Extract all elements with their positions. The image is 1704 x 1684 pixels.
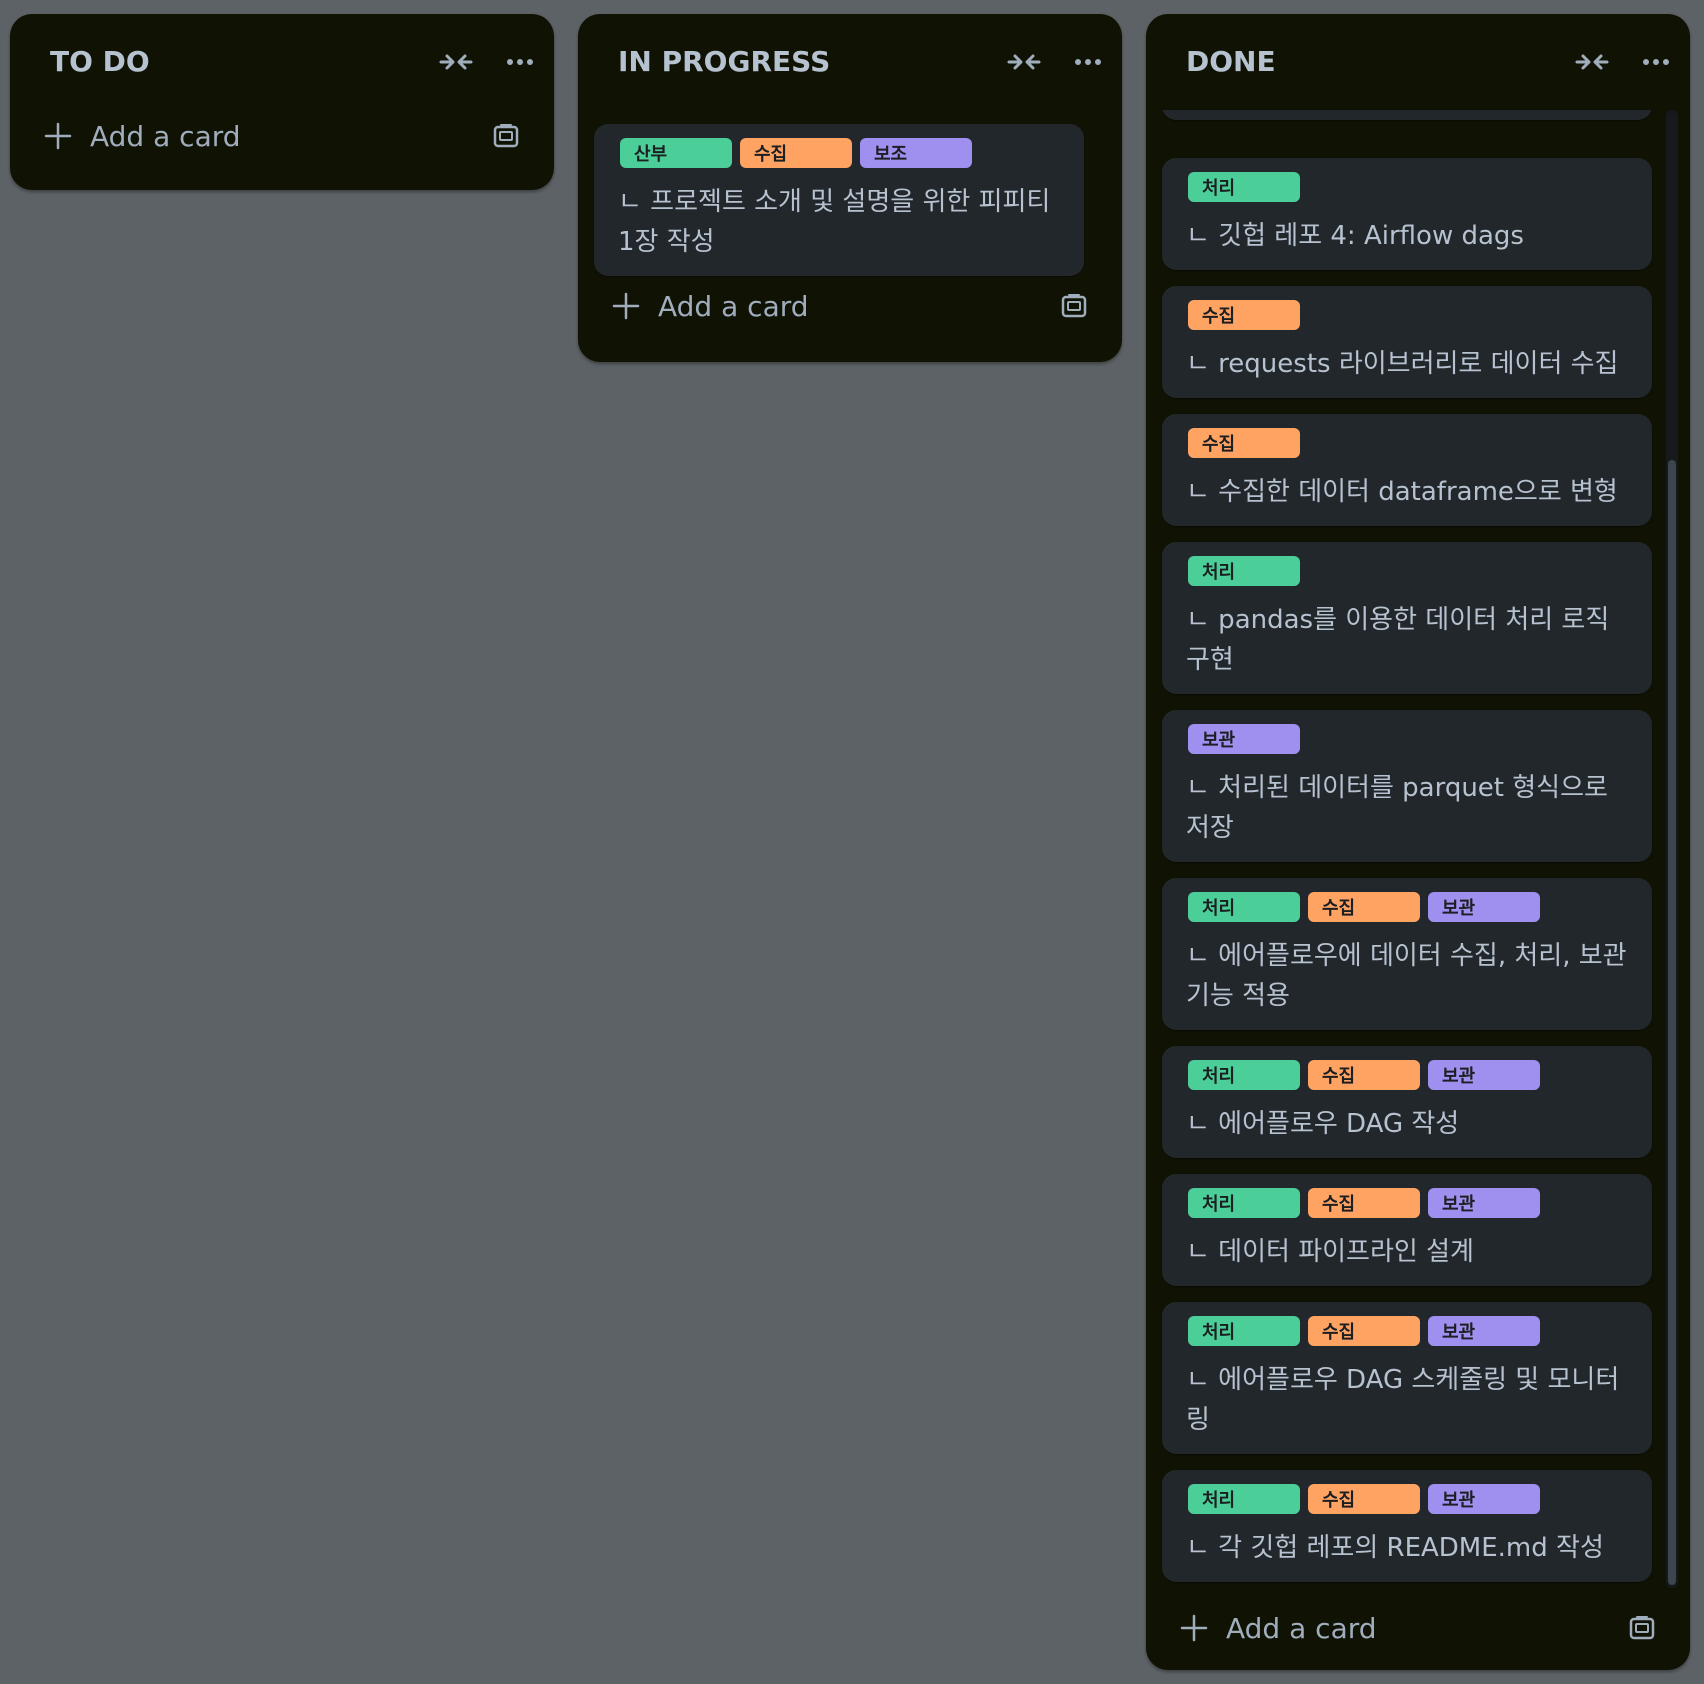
card-label[interactable]: 처리 (1188, 1484, 1300, 1514)
card-label[interactable]: 수집 (1308, 1060, 1420, 1090)
card-label[interactable]: 처리 (1188, 1060, 1300, 1090)
more-icon[interactable] (500, 42, 540, 82)
card-label[interactable]: 보관 (1428, 1188, 1540, 1218)
card-title: ㄴ 프로젝트 소개 및 설명을 위한 피피티 1장 작성 (618, 187, 1051, 257)
card-label[interactable]: 산부 (620, 138, 732, 168)
card-label[interactable]: 수집 (1308, 1188, 1420, 1218)
card-label[interactable]: 처리 (1188, 892, 1300, 922)
list-title[interactable]: DONE (1186, 14, 1276, 110)
template-icon[interactable] (1628, 1614, 1656, 1642)
more-icon[interactable] (1636, 42, 1676, 82)
card[interactable]: 처리 수집 보관 ㄴ 데이터 파이프라인 설계 (1162, 1174, 1652, 1286)
list-header[interactable]: IN PROGRESS (578, 14, 1122, 110)
collapse-icon[interactable] (1572, 42, 1612, 82)
list-title[interactable]: IN PROGRESS (618, 14, 830, 110)
card-label[interactable]: 수집 (1308, 1316, 1420, 1346)
card-title: ㄴ requests 라이브러리로 데이터 수집 (1186, 349, 1619, 379)
add-card-button[interactable]: Add a card (1146, 1588, 1690, 1684)
card-labels: 보관 (1188, 724, 1300, 754)
card[interactable]: 처리 ㄴ pandas를 이용한 데이터 처리 로직 구현 (1162, 542, 1652, 694)
card[interactable]: 산부 수집 보조 ㄴ 프로젝트 소개 및 설명을 위한 피피티 1장 작성 (594, 124, 1084, 276)
card-labels: 처리 (1188, 556, 1300, 586)
card-label[interactable]: 처리 (1188, 1188, 1300, 1218)
card-labels: 처리 수집 보관 (1188, 1316, 1540, 1346)
scrollbar-thumb[interactable] (1668, 460, 1676, 1585)
card[interactable]: 수집 ㄴ 수집한 데이터 dataframe으로 변형 (1162, 414, 1652, 526)
card-label[interactable]: 보조 (860, 138, 972, 168)
card[interactable]: 수집 ㄴ requests 라이브러리로 데이터 수집 (1162, 286, 1652, 398)
card-list: 산부 수집 보조 ㄴ 프로젝트 소개 및 설명을 위한 피피티 1장 작성 (578, 110, 1122, 276)
add-card-label: Add a card (90, 120, 241, 153)
card-title: ㄴ 깃헙 레포 4: Airflow dags (1186, 221, 1524, 251)
plus-icon (1180, 1614, 1208, 1642)
card-title: ㄴ 에어플로우 DAG 작성 (1186, 1109, 1460, 1139)
card-label[interactable]: 수집 (740, 138, 852, 168)
card[interactable]: 처리 수집 보관 ㄴ 에어플로우 DAG 스케줄링 및 모니터링 (1162, 1302, 1652, 1454)
card[interactable]: 처리 수집 보관 ㄴ 에어플로우 DAG 작성 (1162, 1046, 1652, 1158)
card-label[interactable]: 보관 (1428, 892, 1540, 922)
card-labels: 처리 수집 보관 (1188, 1188, 1540, 1218)
card[interactable]: 처리 수집 보관 ㄴ 에어플로우에 데이터 수집, 처리, 보관 기능 적용 (1162, 878, 1652, 1030)
list-todo: TO DO Add a card (10, 14, 554, 190)
card-label[interactable]: 수집 (1308, 892, 1420, 922)
card-partial[interactable] (1162, 110, 1652, 120)
list-header[interactable]: DONE (1146, 14, 1690, 110)
card-title: ㄴ 수집한 데이터 dataframe으로 변형 (1186, 477, 1618, 507)
card-labels: 처리 (1188, 172, 1300, 202)
card-title: ㄴ 각 깃헙 레포의 README.md 작성 (1186, 1533, 1604, 1563)
card-title: ㄴ 데이터 파이프라인 설계 (1186, 1237, 1474, 1267)
card-labels: 수집 (1188, 300, 1300, 330)
add-card-button[interactable]: Add a card (578, 266, 1122, 362)
add-card-button[interactable]: Add a card (10, 96, 554, 192)
card-label[interactable]: 보관 (1428, 1316, 1540, 1346)
list-done: DONE 처리 ㄴ 깃헙 레포 4: Airflow dags 수집 ㄴ reques… (1146, 14, 1690, 1670)
card-title: ㄴ pandas를 이용한 데이터 처리 로직 구현 (1186, 605, 1610, 675)
card-labels: 처리 수집 보관 (1188, 1060, 1540, 1090)
add-card-label: Add a card (1226, 1612, 1377, 1645)
card-list[interactable]: 처리 ㄴ 깃헙 레포 4: Airflow dags 수집 ㄴ requests 라이… (1146, 110, 1690, 1588)
card-label[interactable]: 보관 (1428, 1060, 1540, 1090)
add-card-label: Add a card (658, 290, 809, 323)
card-label[interactable]: 수집 (1308, 1484, 1420, 1514)
collapse-icon[interactable] (436, 42, 476, 82)
card-label[interactable]: 보관 (1428, 1484, 1540, 1514)
card-title: ㄴ 에어플로우 DAG 스케줄링 및 모니터링 (1186, 1365, 1620, 1435)
card-label[interactable]: 수집 (1188, 428, 1300, 458)
collapse-icon[interactable] (1004, 42, 1044, 82)
card-labels: 처리 수집 보관 (1188, 892, 1540, 922)
template-icon[interactable] (492, 122, 520, 150)
card-labels: 산부 수집 보조 (620, 138, 972, 168)
scrollbar[interactable] (1666, 110, 1678, 1588)
card-label[interactable]: 처리 (1188, 172, 1300, 202)
card[interactable]: 보관 ㄴ 처리된 데이터를 parquet 형식으로 저장 (1162, 710, 1652, 862)
card-title: ㄴ 처리된 데이터를 parquet 형식으로 저장 (1186, 773, 1608, 843)
card-label[interactable]: 처리 (1188, 556, 1300, 586)
card-label[interactable]: 수집 (1188, 300, 1300, 330)
card-labels: 수집 (1188, 428, 1300, 458)
plus-icon (612, 292, 640, 320)
card[interactable]: 처리 수집 보관 ㄴ 각 깃헙 레포의 README.md 작성 (1162, 1470, 1652, 1582)
card-label[interactable]: 보관 (1188, 724, 1300, 754)
card-labels: 처리 수집 보관 (1188, 1484, 1540, 1514)
card-label[interactable]: 처리 (1188, 1316, 1300, 1346)
more-icon[interactable] (1068, 42, 1108, 82)
card[interactable]: 처리 ㄴ 깃헙 레포 4: Airflow dags (1162, 158, 1652, 270)
card-title: ㄴ 에어플로우에 데이터 수집, 처리, 보관 기능 적용 (1186, 941, 1627, 1011)
template-icon[interactable] (1060, 292, 1088, 320)
plus-icon (44, 122, 72, 150)
list-in-progress: IN PROGRESS 산부 수집 보조 ㄴ 프로젝트 소개 및 설명을 위한 피피티… (578, 14, 1122, 362)
